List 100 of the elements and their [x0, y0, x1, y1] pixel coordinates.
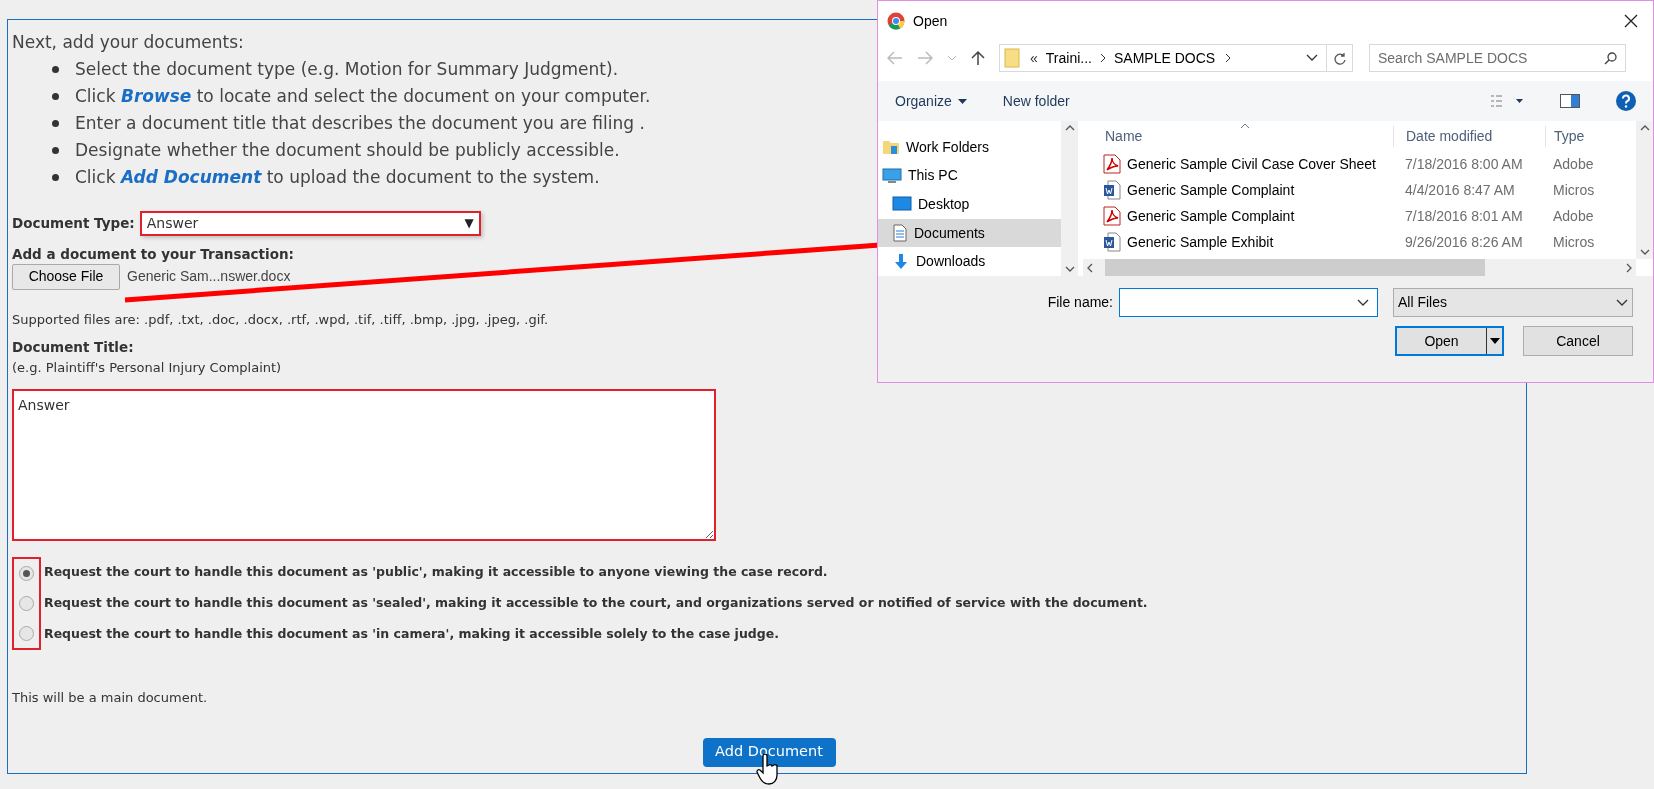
dropdown-arrow: ▼ — [464, 215, 474, 232]
scroll-right-icon — [1626, 262, 1632, 273]
chevron-right-icon — [1225, 53, 1232, 63]
add-document-button[interactable]: Add Document — [702, 737, 836, 767]
column-header[interactable]: Date modified — [1393, 126, 1545, 147]
search-icon — [1604, 51, 1617, 65]
chevron-right-icon — [1099, 53, 1106, 63]
scroll-left-icon — [1087, 262, 1093, 273]
chevron-down-icon — [1616, 298, 1628, 307]
scroll-down-icon — [1639, 249, 1650, 255]
browser-logo-icon — [887, 12, 905, 30]
file-row[interactable]: Generic Sample Civil Case Cover Sheet 7/18/2016 8:00 AM Adobe — [1083, 151, 1636, 177]
radio-label[interactable]: Request the court to handle this document as 'public', making it accessible to anyone viewing the case record. — [44, 563, 1148, 582]
hand-cursor-icon — [756, 754, 780, 786]
instruction-text: Designate whether the document should be publicly accessible. — [75, 138, 620, 162]
help-icon[interactable] — [1616, 91, 1636, 111]
file-name: Generic Sample Complaint — [1127, 180, 1295, 200]
nav-pane-label: Work Folders — [906, 137, 989, 157]
address-bar[interactable]: « Traini... SAMPLE DOCS — [999, 44, 1353, 72]
document-title-field[interactable]: Answer — [12, 389, 716, 541]
cancel-button[interactable]: Cancel — [1523, 326, 1633, 356]
file-date: 7/18/2016 8:01 AM — [1404, 206, 1524, 226]
radio-button[interactable] — [19, 625, 34, 641]
chevron-down-icon[interactable] — [1306, 54, 1318, 62]
up-arrow-icon[interactable] — [971, 50, 985, 66]
radio-button[interactable] — [19, 566, 34, 582]
instruction-text: Click Browse to locate and select the document on your computer. — [75, 84, 651, 108]
caret-icon — [1489, 338, 1500, 344]
split-caret-button[interactable] — [1486, 328, 1502, 354]
bullet-icon — [52, 146, 59, 154]
nav-pane-item[interactable]: This PC — [878, 161, 1061, 191]
nav-pane-item[interactable]: Downloads — [878, 247, 1061, 276]
column-header[interactable]: Name — [1083, 126, 1393, 147]
new-folder-button[interactable]: New folder — [1002, 90, 1070, 112]
radio-label[interactable]: Request the court to handle this document as 'in camera', making it accessible solely to the case judge. — [44, 625, 1148, 644]
computer-icon — [882, 166, 902, 185]
field-label: Document Type: — [12, 213, 135, 233]
bullet-icon — [52, 65, 59, 73]
nav-pane-item[interactable]: Desktop — [878, 190, 1061, 219]
instruction-text: Enter a document title that describes the document you are filing . — [75, 111, 645, 135]
column-header[interactable]: Type — [1545, 126, 1585, 147]
folder-icon — [1004, 48, 1020, 68]
nav-pane-label: This PC — [908, 166, 958, 186]
scroll-up-icon — [1064, 125, 1075, 131]
scroll-down-icon — [1064, 266, 1075, 272]
supported-files-note: Supported files are: .pdf, .txt, .doc, .docx, .rtf, .wpd, .tif, .tiff, .bmp, .jpg, .jpeg, .gif. — [12, 310, 548, 329]
file-name: Generic Sample Exhibit — [1127, 232, 1274, 252]
refresh-icon — [1333, 51, 1346, 65]
download-icon — [892, 252, 910, 271]
scroll-up-icon — [1639, 125, 1650, 131]
view-options-icon[interactable] — [1490, 94, 1524, 108]
file-type-dropdown[interactable]: All Files — [1393, 288, 1633, 317]
file-row[interactable]: Generic Sample Exhibit 9/26/2016 8:26 AM Micros — [1083, 229, 1636, 255]
nav-pane-item[interactable]: Documents — [878, 218, 1061, 248]
breadcrumb-item[interactable]: Traini... — [1045, 47, 1092, 69]
file-type: Adobe — [1552, 206, 1594, 226]
breadcrumb-item[interactable]: SAMPLE DOCS — [1113, 47, 1216, 69]
close-icon[interactable] — [1624, 14, 1638, 28]
file-type: Micros — [1552, 180, 1595, 200]
desktop-icon — [892, 196, 912, 213]
nav-pane-label: Documents — [914, 223, 985, 243]
nav-pane-label: Desktop — [918, 195, 970, 214]
search-input[interactable]: Search SAMPLE DOCS — [1378, 47, 1604, 69]
sort-caret-icon[interactable] — [1240, 123, 1250, 129]
instructions-heading: Next, add your documents: — [12, 31, 244, 54]
pdf-file-icon — [1103, 206, 1121, 226]
nav-pane-item[interactable]: Work Folders — [878, 133, 1061, 162]
organize-button[interactable]: Organize — [895, 90, 967, 112]
search-field[interactable]: Search SAMPLE DOCS — [1369, 44, 1626, 72]
file-type: Micros — [1552, 232, 1595, 252]
choose-file-button[interactable]: Choose File — [12, 263, 120, 290]
radio-button[interactable] — [19, 596, 34, 611]
file-row[interactable]: Generic Sample Complaint 4/4/2016 8:47 AM Micros — [1083, 177, 1636, 203]
document-icon — [892, 224, 908, 243]
word-file-icon — [1103, 180, 1121, 200]
bullet-icon — [52, 92, 59, 100]
scrollbar-thumb[interactable] — [1105, 259, 1485, 276]
horizontal-scrollbar[interactable] — [1083, 259, 1636, 276]
breadcrumb-item[interactable]: « — [1030, 47, 1038, 69]
field-hint: (e.g. Plaintiff's Personal Injury Complaint) — [12, 358, 282, 377]
caret-icon — [957, 98, 967, 104]
scrollbar[interactable] — [1636, 121, 1653, 259]
file-row[interactable]: Generic Sample Complaint 7/18/2016 8:01 AM Adobe — [1083, 203, 1636, 229]
main-document-note: This will be a main document. — [12, 689, 208, 707]
chevron-down-icon — [1357, 298, 1369, 307]
file-name: Generic Sample Complaint — [1127, 206, 1295, 226]
folder-icon — [882, 138, 900, 157]
bullet-icon — [52, 119, 59, 127]
document-type-select[interactable]: Answer ▼ — [139, 210, 481, 236]
radio-label[interactable]: Request the court to handle this document as 'sealed', making it accessible to the court, and organizations served or notified of service with the document. — [44, 594, 1148, 613]
file-date: 7/18/2016 8:00 AM — [1404, 154, 1524, 174]
file-type: Adobe — [1552, 154, 1594, 174]
scrollbar[interactable] — [1061, 121, 1078, 276]
nav-pane-label: Downloads — [916, 252, 986, 272]
word-file-icon — [1103, 232, 1121, 252]
bullet-icon — [52, 173, 59, 181]
file-name-field[interactable] — [1119, 288, 1378, 317]
field-label: Document Title: — [12, 338, 134, 358]
file-date: 4/4/2016 8:47 AM — [1404, 180, 1516, 200]
preview-pane-icon[interactable] — [1560, 94, 1580, 108]
